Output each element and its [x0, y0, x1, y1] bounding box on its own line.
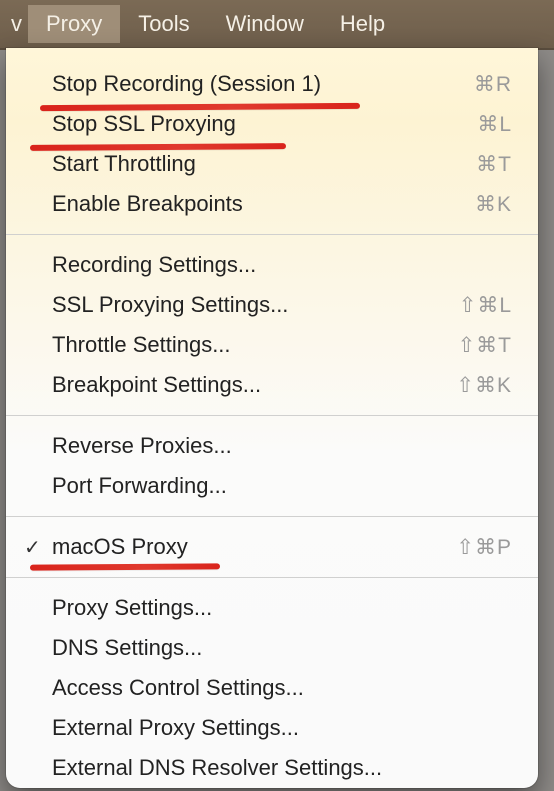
menubar-prev-cut: v: [0, 5, 28, 43]
menu-item-shortcut: ⌘L: [477, 112, 512, 137]
menu-item-shortcut: ⇧⌘T: [458, 333, 512, 358]
menu-item[interactable]: Port Forwarding...: [6, 466, 538, 506]
menu-item[interactable]: SSL Proxying Settings...⇧⌘L: [6, 285, 538, 325]
proxy-dropdown: Stop Recording (Session 1)⌘RStop SSL Pro…: [6, 48, 538, 788]
menu-item-shortcut: ⌘T: [476, 152, 512, 177]
menu-item-label: Throttle Settings...: [52, 332, 458, 358]
menu-item[interactable]: Reverse Proxies...: [6, 426, 538, 466]
menu-separator: [6, 415, 538, 416]
menu-item[interactable]: Throttle Settings...⇧⌘T: [6, 325, 538, 365]
menu-item-label: macOS Proxy: [52, 534, 456, 560]
menubar-item-help[interactable]: Help: [322, 5, 403, 43]
menu-item-label: Access Control Settings...: [52, 675, 512, 701]
menu-item-shortcut: ⌘R: [474, 72, 512, 97]
menu-item[interactable]: ✓macOS Proxy⇧⌘P: [6, 527, 538, 567]
menu-item[interactable]: Recording Settings...: [6, 245, 538, 285]
menu-item[interactable]: DNS Settings...: [6, 628, 538, 668]
menu-item[interactable]: External DNS Resolver Settings...: [6, 748, 538, 788]
menubar-item-window[interactable]: Window: [208, 5, 322, 43]
menu-separator: [6, 577, 538, 578]
menu-item[interactable]: Stop Recording (Session 1)⌘R: [6, 64, 538, 104]
menu-item-shortcut: ⇧⌘K: [456, 373, 512, 398]
menu-item-label: External Proxy Settings...: [52, 715, 512, 741]
menu-item-label: Enable Breakpoints: [52, 191, 475, 217]
menu-item-label: Stop Recording (Session 1): [52, 71, 474, 97]
check-icon: ✓: [24, 535, 52, 560]
menu-item-shortcut: ⇧⌘L: [459, 293, 512, 318]
menu-item-label: Start Throttling: [52, 151, 476, 177]
menu-item[interactable]: Stop SSL Proxying⌘L: [6, 104, 538, 144]
menu-item-label: Stop SSL Proxying: [52, 111, 477, 137]
menu-item-label: Recording Settings...: [52, 252, 512, 278]
menu-item-label: Breakpoint Settings...: [52, 372, 456, 398]
menu-item-label: Reverse Proxies...: [52, 433, 512, 459]
menu-item-label: Proxy Settings...: [52, 595, 512, 621]
menu-item[interactable]: Enable Breakpoints⌘K: [6, 184, 538, 224]
menubar-item-proxy[interactable]: Proxy: [28, 5, 120, 43]
menu-item-label: External DNS Resolver Settings...: [52, 755, 512, 781]
menubar: v Proxy Tools Window Help: [0, 0, 554, 50]
menu-separator: [6, 234, 538, 235]
menubar-item-tools[interactable]: Tools: [120, 5, 207, 43]
menu-item-label: Port Forwarding...: [52, 473, 512, 499]
menu-item-label: SSL Proxying Settings...: [52, 292, 459, 318]
menu-item[interactable]: Access Control Settings...: [6, 668, 538, 708]
menu-separator: [6, 516, 538, 517]
menu-item[interactable]: Proxy Settings...: [6, 588, 538, 628]
menu-item-label: DNS Settings...: [52, 635, 512, 661]
menu-item-shortcut: ⇧⌘P: [456, 535, 512, 560]
menu-item-shortcut: ⌘K: [475, 192, 512, 217]
menu-item[interactable]: External Proxy Settings...: [6, 708, 538, 748]
menu-item[interactable]: Start Throttling⌘T: [6, 144, 538, 184]
menu-item[interactable]: Breakpoint Settings...⇧⌘K: [6, 365, 538, 405]
